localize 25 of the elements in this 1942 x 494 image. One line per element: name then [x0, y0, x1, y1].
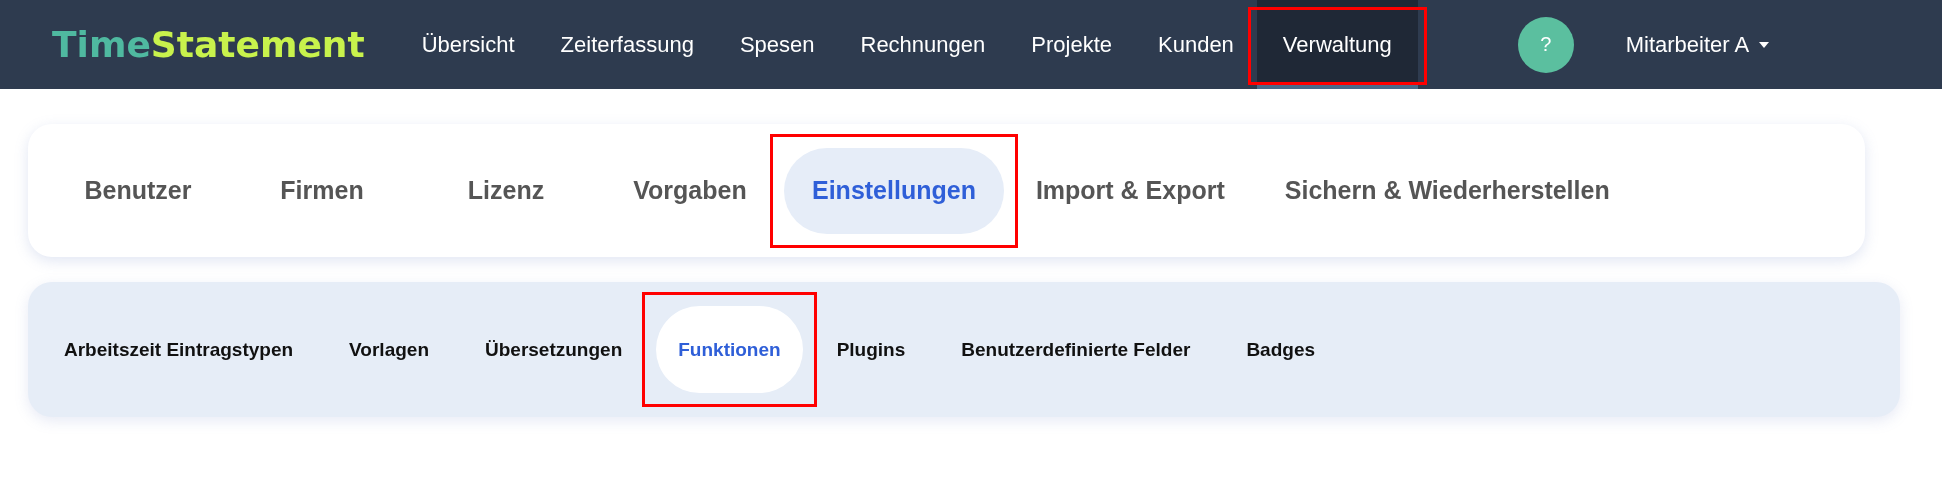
tab[interactable]: Einstellungen [784, 147, 1004, 234]
subtab[interactable]: Badges [1224, 306, 1337, 393]
nav-link[interactable]: Spesen [716, 0, 838, 89]
subtab[interactable]: Plugins [814, 306, 928, 393]
logo-text: Statement [150, 24, 365, 65]
tab[interactable]: Firmen [232, 147, 412, 234]
nav-link[interactable]: Übersicht [398, 0, 538, 89]
nav-link[interactable]: Rechnungen [837, 0, 1009, 89]
caret-icon [1759, 41, 1770, 48]
subtab[interactable]: Übersetzungen [463, 306, 645, 393]
user-menu[interactable]: Mitarbeiter A [1619, 30, 1776, 59]
nav-link[interactable]: Kunden [1135, 0, 1257, 89]
nav-link[interactable]: Projekte [1008, 0, 1135, 89]
logo-text: Time [52, 24, 151, 65]
tab[interactable]: Benutzer [48, 147, 228, 234]
tab[interactable]: Lizenz [416, 147, 596, 234]
tab[interactable]: Vorgaben [600, 147, 780, 234]
subtab[interactable]: Vorlagen [327, 306, 451, 393]
nav-link[interactable]: Zeiterfassung [537, 0, 717, 89]
subtab[interactable]: Arbeitszeit Eintragstypen [42, 306, 316, 393]
tab[interactable]: Import & Export [1007, 147, 1253, 234]
tab[interactable]: Sichern & Wiederherstellen [1256, 147, 1638, 234]
subtab[interactable]: Benutzerdefinierte Felder [939, 306, 1213, 393]
subtab[interactable]: Funktionen [656, 306, 803, 393]
nav-link[interactable]: Verwaltung [1256, 0, 1418, 89]
